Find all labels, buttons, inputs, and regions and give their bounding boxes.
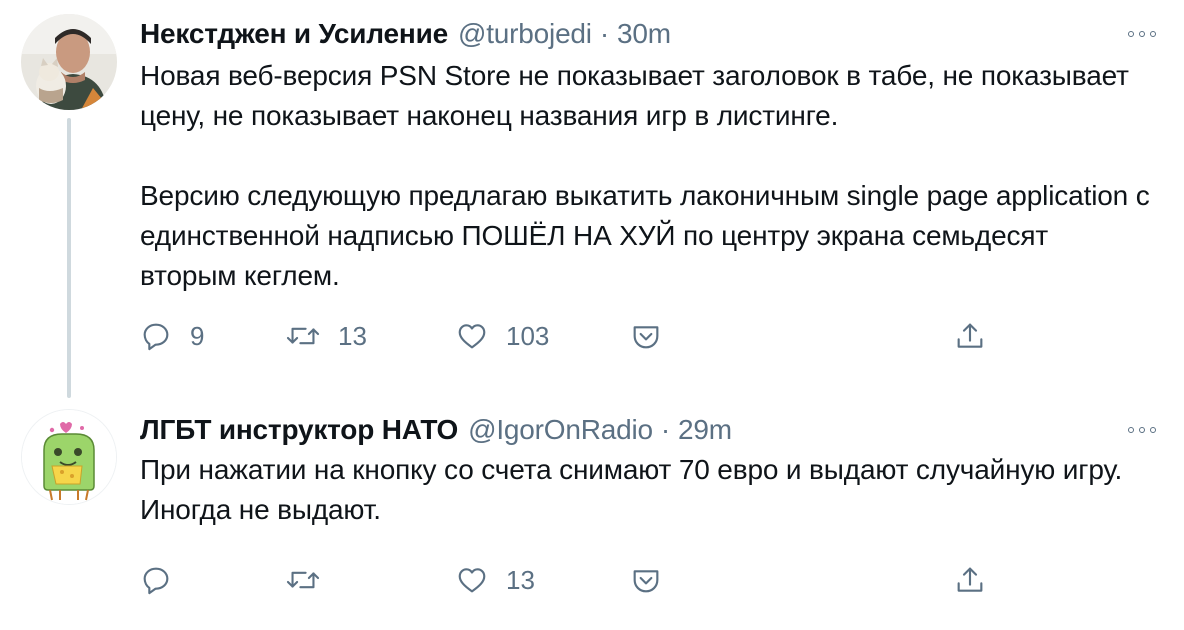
heart-icon — [458, 568, 486, 593]
upload-icon — [957, 567, 983, 592]
retweet-button[interactable] — [286, 560, 338, 600]
share-button[interactable] — [630, 316, 662, 356]
like-count: 103 — [506, 320, 550, 351]
avatar-photo — [21, 14, 117, 110]
more-icon[interactable] — [1128, 28, 1156, 40]
reply-button[interactable]: 9 — [140, 316, 204, 356]
retweet-button[interactable]: 13 — [286, 316, 367, 356]
heart-icon — [458, 324, 486, 349]
tweet-header: ЛГБТ инструктор НАТО @IgorOnRadio · 29m — [140, 410, 732, 450]
share-button[interactable] — [630, 560, 662, 600]
meta-separator: · — [599, 18, 609, 49]
reply-count: 9 — [190, 320, 205, 351]
avatar[interactable] — [21, 14, 117, 110]
upload-icon — [957, 323, 983, 348]
retweet-count: 13 — [338, 320, 367, 351]
tweet-meta: @turbojedi · 30m — [458, 18, 671, 50]
share-icon — [633, 570, 659, 593]
upload-button[interactable] — [954, 560, 986, 600]
share-icon — [633, 326, 659, 349]
retweet-icon — [286, 571, 320, 589]
tweet-timestamp[interactable]: 29m — [678, 414, 732, 445]
tweet-paragraph: При нажатии на кнопку со счета снимают 7… — [140, 454, 1123, 525]
like-count: 13 — [506, 564, 535, 595]
tweet-meta: @IgorOnRadio · 29m — [468, 414, 732, 446]
reply-icon — [143, 567, 169, 595]
tweet-actions: 9 13 103 — [140, 316, 1000, 356]
thread-connector-line — [67, 118, 71, 398]
user-handle[interactable]: @turbojedi — [458, 18, 592, 49]
tweet-text: При нажатии на кнопку со счета снимают 7… — [140, 450, 1150, 530]
reply-icon — [143, 323, 169, 351]
display-name[interactable]: ЛГБТ инструктор НАТО — [140, 414, 458, 446]
avatar[interactable] — [21, 409, 117, 505]
tweet-actions: 13 — [140, 560, 1000, 600]
tweet-header: Некстджен и Усиление @turbojedi · 30m — [140, 14, 671, 54]
meta-separator: · — [660, 414, 671, 445]
more-icon[interactable] — [1128, 424, 1156, 436]
user-handle[interactable]: @IgorOnRadio — [468, 414, 653, 445]
reply-button[interactable] — [140, 560, 190, 600]
avatar-toast-character — [22, 410, 116, 504]
tweet-paragraph: Новая веб-версия PSN Store не показывает… — [140, 60, 1129, 131]
retweet-icon — [286, 327, 320, 345]
tweet-paragraph: Версию следующую предлагаю выкатить лако… — [140, 180, 1150, 291]
like-button[interactable]: 13 — [456, 560, 535, 600]
like-button[interactable]: 103 — [456, 316, 549, 356]
tweet-text: Новая веб-версия PSN Store не показывает… — [140, 56, 1150, 296]
upload-button[interactable] — [954, 316, 986, 356]
tweet-timestamp[interactable]: 30m — [617, 18, 671, 49]
display-name[interactable]: Некстджен и Усиление — [140, 18, 448, 50]
